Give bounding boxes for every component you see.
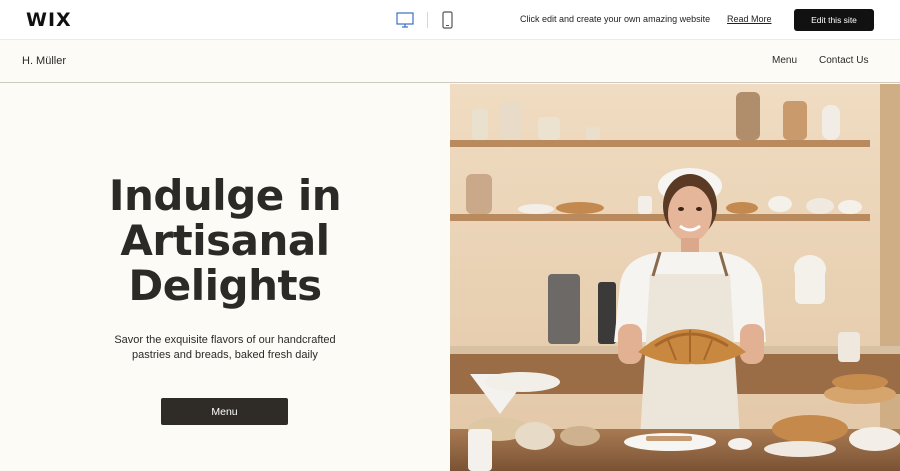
hero-menu-button[interactable]: Menu: [161, 398, 288, 425]
hero-title-line: Delights: [128, 261, 322, 310]
wix-logo[interactable]: WIX: [26, 9, 72, 31]
mobile-icon[interactable]: [438, 11, 458, 29]
desktop-icon[interactable]: [395, 11, 415, 29]
site-header: H. Müller Menu Contact Us: [0, 40, 900, 83]
hero-title: Indulge in Artisanal Delights: [0, 173, 450, 308]
bakery-illustration: [450, 84, 900, 471]
hero-bakery-image: [450, 84, 900, 471]
site-logo[interactable]: H. Müller: [22, 55, 66, 67]
toolbar-divider: [427, 12, 428, 28]
nav-menu-link[interactable]: Menu: [772, 55, 797, 66]
read-more-link[interactable]: Read More: [727, 14, 772, 24]
hero-subtitle: Savor the exquisite flavors of our handc…: [114, 334, 336, 361]
wix-top-bar: WIX Click edit and create your own amazi…: [0, 0, 900, 40]
hero-text-panel: Indulge in Artisanal Delights Savor the …: [0, 84, 450, 471]
nav-contact-link[interactable]: Contact Us: [819, 55, 868, 66]
edit-site-button[interactable]: Edit this site: [794, 9, 874, 31]
hero-title-line: Indulge in: [108, 171, 342, 220]
promo-text: Click edit and create your own amazing w…: [520, 14, 711, 24]
hero-title-line: Artisanal: [120, 216, 330, 265]
